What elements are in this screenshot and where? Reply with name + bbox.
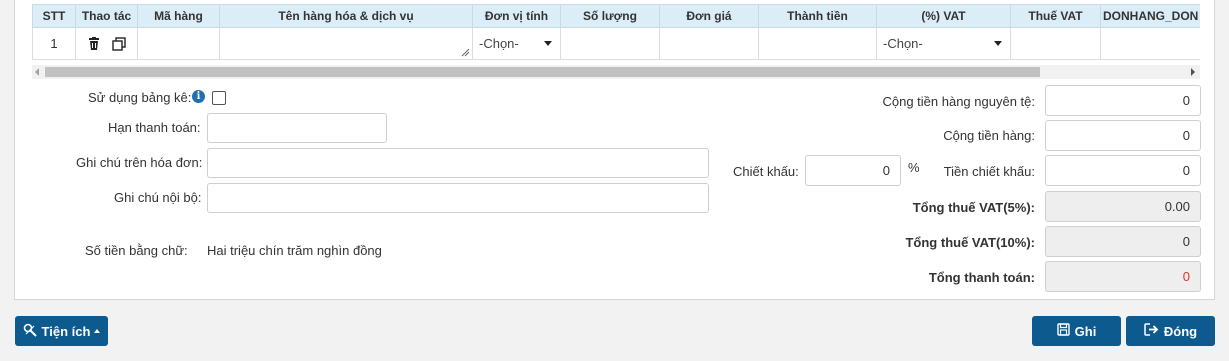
vat-value: -Chọn-	[883, 36, 923, 51]
horizontal-scrollbar[interactable]	[32, 65, 1200, 79]
dong-label: Đóng	[1163, 323, 1198, 339]
tong-thue-vat5-label: Tổng thuế VAT(5%):	[912, 200, 1035, 215]
ghi-chu-hoa-don-input[interactable]	[207, 148, 709, 178]
col-header-don-gia[interactable]: Đơn giá	[659, 4, 759, 28]
ghi-chu-noi-bo-input[interactable]	[207, 183, 709, 213]
so-tien-bang-chu-value: Hai triệu chín trăm nghìn đồng	[207, 243, 382, 258]
tong-thue-vat10-value: 0	[1045, 226, 1201, 257]
row-don-gia-input[interactable]	[659, 27, 759, 60]
ghi-chu-noi-bo-label: Ghi chú nội bộ:	[114, 190, 202, 205]
row-ma-hang-input[interactable]	[137, 27, 220, 60]
row-don-vi-tinh-select[interactable]: -Chọn-	[472, 27, 561, 60]
col-header-ten-hang[interactable]: Tên hàng hóa & dịch vụ	[219, 4, 473, 28]
col-header-ma-hang[interactable]: Mã hàng	[137, 4, 220, 28]
col-header-stt[interactable]: STT	[32, 4, 76, 28]
table-header-row: STT Thao tác Mã hàng Tên hàng hóa & dịch…	[32, 4, 1200, 28]
tong-thue-vat5-value: 0.00	[1045, 191, 1201, 222]
so-tien-bang-chu-label: Số tiền bằng chữ:	[85, 243, 188, 258]
tien-ich-label: Tiện ích	[41, 323, 91, 339]
tien-ich-button[interactable]: Tiện ích	[15, 316, 108, 346]
scroll-left-icon[interactable]	[35, 68, 39, 76]
scroll-right-icon[interactable]	[1191, 68, 1195, 76]
col-header-don-vi-tinh[interactable]: Đơn vị tính	[472, 4, 561, 28]
han-thanh-toan-input[interactable]	[207, 113, 387, 143]
col-header-vat-percent[interactable]: (%) VAT	[876, 4, 1011, 28]
row-actions	[75, 27, 138, 60]
caret-up-icon	[94, 329, 101, 333]
row-thanh-tien-cell	[758, 27, 877, 60]
tong-thanh-toan-value: 0	[1045, 261, 1201, 292]
row-thue-vat-cell	[1010, 27, 1101, 60]
ghi-chu-hoa-don-label: Ghi chú trên hóa đơn:	[76, 155, 203, 170]
trash-icon[interactable]	[86, 36, 102, 52]
col-header-thanh-tien[interactable]: Thành tiền	[758, 4, 877, 28]
tong-thanh-toan-label: Tổng thanh toán:	[928, 270, 1035, 285]
items-table: STT Thao tác Mã hàng Tên hàng hóa & dịch…	[32, 4, 1200, 60]
col-header-thue-vat[interactable]: Thuế VAT	[1010, 4, 1101, 28]
tong-thue-vat10-label: Tổng thuế VAT(10%):	[905, 235, 1035, 250]
col-header-thao-tac[interactable]: Thao tác	[75, 4, 138, 28]
ghi-button[interactable]: Ghi	[1032, 316, 1121, 346]
su-dung-bang-ke-checkbox[interactable]	[212, 91, 226, 105]
chevron-down-icon	[994, 41, 1002, 46]
row-ten-hang-textarea[interactable]	[219, 27, 473, 60]
ghi-label: Ghi	[1074, 323, 1097, 339]
chiet-khau-label: Chiết khấu:	[733, 164, 799, 179]
chiet-khau-input[interactable]: 0	[805, 155, 901, 186]
resize-grip-icon[interactable]	[461, 48, 470, 57]
scrollbar-thumb[interactable]	[45, 67, 1040, 77]
row-donhang-cell	[1100, 27, 1200, 60]
copy-icon[interactable]	[111, 36, 127, 52]
dong-button[interactable]: Đóng	[1126, 316, 1215, 346]
su-dung-bang-ke-label: Sử dụng bảng kê:	[88, 90, 192, 105]
don-vi-tinh-value: -Chọn-	[479, 36, 519, 51]
percent-symbol: %	[908, 160, 920, 175]
cong-tien-hang-nguyen-te-label: Cộng tiền hàng nguyên tệ:	[882, 94, 1035, 109]
tools-icon	[23, 323, 37, 340]
col-header-so-luong[interactable]: Số lượng	[560, 4, 660, 28]
cong-tien-hang-nguyen-te-input[interactable]: 0	[1045, 85, 1201, 116]
row-stt: 1	[32, 27, 76, 60]
cong-tien-hang-input[interactable]: 0	[1045, 120, 1201, 151]
row-vat-select[interactable]: -Chọn-	[876, 27, 1011, 60]
table-row: 1 -Chọn- -Chọn-	[32, 27, 1200, 60]
chevron-down-icon	[544, 41, 552, 46]
cong-tien-hang-label: Cộng tiền hàng:	[943, 128, 1035, 143]
row-so-luong-input[interactable]	[560, 27, 660, 60]
info-icon[interactable]: i	[192, 90, 205, 103]
han-thanh-toan-label: Hạn thanh toán:	[108, 120, 201, 135]
save-icon	[1056, 323, 1070, 339]
sign-out-icon	[1144, 323, 1159, 339]
tien-chiet-khau-input[interactable]: 0	[1045, 155, 1201, 186]
col-header-donhang[interactable]: DONHANG_DON	[1100, 4, 1200, 28]
tien-chiet-khau-label: Tiền chiết khấu:	[943, 164, 1035, 179]
